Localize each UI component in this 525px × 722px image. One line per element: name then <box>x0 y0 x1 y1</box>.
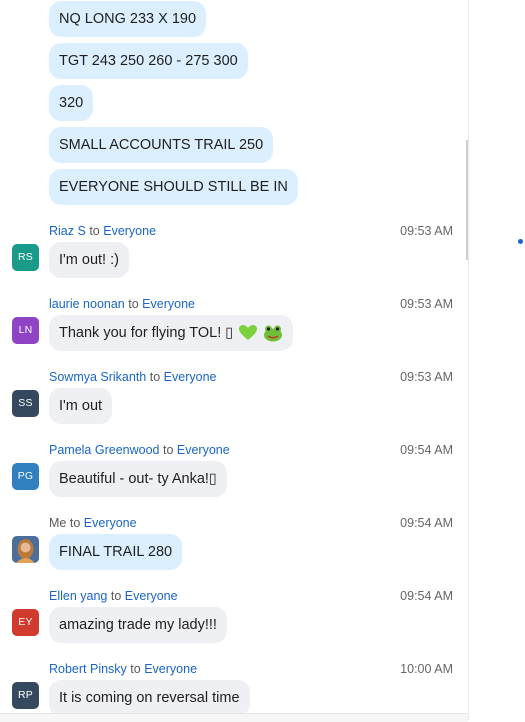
chat-panel[interactable]: NQ LONG 233 X 190 TGT 243 250 260 - 275 … <box>0 0 468 713</box>
user-photo-icon <box>12 536 39 563</box>
to-label: to <box>69 516 81 530</box>
message-bubble[interactable]: I'm out <box>49 388 113 424</box>
to-label: to <box>162 443 174 457</box>
message-header: Me to Everyone <box>49 516 137 530</box>
avatar[interactable]: RS <box>12 244 39 271</box>
sender-name[interactable]: Sowmya Srikanth <box>49 370 146 384</box>
avatar[interactable]: RP <box>12 682 39 709</box>
to-label: to <box>89 224 100 238</box>
to-label: to <box>149 370 161 384</box>
message-time: 09:53 AM <box>400 370 453 384</box>
sender-name[interactable]: Pamela Greenwood <box>49 443 159 457</box>
sender-name[interactable]: Riaz S <box>49 224 86 238</box>
sender-name: Me <box>49 516 67 530</box>
avatar[interactable]: SS <box>12 390 39 417</box>
notification-dot <box>518 239 523 244</box>
message-header: Robert Pinsky to Everyone <box>49 662 197 676</box>
message-bubble[interactable]: Thank you for flying TOL! ▯ <box>49 315 294 351</box>
message-bubble[interactable]: TGT 243 250 260 - 275 300 <box>49 43 248 79</box>
message-header: laurie noonan to Everyone <box>49 297 195 311</box>
frog-icon <box>264 325 283 342</box>
message-header: Ellen yang to Everyone <box>49 589 178 603</box>
message-header: Riaz S to Everyone <box>49 224 156 238</box>
message-time: 09:54 AM <box>400 589 453 603</box>
message-bubble[interactable]: I'm out! :) <box>49 242 129 278</box>
message-time: 09:54 AM <box>400 443 453 457</box>
message-header: Pamela Greenwood to Everyone <box>49 443 230 457</box>
message-bubble[interactable]: amazing trade my lady!!! <box>49 607 227 643</box>
message-bubble[interactable]: 320 <box>49 85 94 121</box>
message-bubble[interactable]: EVERYONE SHOULD STILL BE IN <box>49 169 298 205</box>
recipient-everyone[interactable]: Everyone <box>125 589 178 603</box>
message-bubble[interactable]: Beautiful - out- ty Anka!▯ <box>49 461 227 497</box>
recipient-everyone[interactable]: Everyone <box>177 443 230 457</box>
to-label: to <box>130 662 141 676</box>
to-label: to <box>110 589 122 603</box>
message-bubble[interactable]: It is coming on reversal time <box>49 680 250 713</box>
message-bubble[interactable]: FINAL TRAIL 280 <box>49 534 183 570</box>
sender-name[interactable]: Ellen yang <box>49 589 107 603</box>
to-label: to <box>128 297 139 311</box>
panel-divider <box>468 0 469 721</box>
recipient-everyone[interactable]: Everyone <box>164 370 217 384</box>
sender-name[interactable]: Robert Pinsky <box>49 662 127 676</box>
recipient-everyone[interactable]: Everyone <box>84 516 137 530</box>
message-text: Thank you for flying TOL! ▯ <box>59 325 234 341</box>
message-time: 10:00 AM <box>400 662 453 676</box>
message-time: 09:53 AM <box>400 297 453 311</box>
recipient-everyone[interactable]: Everyone <box>142 297 195 311</box>
message-time: 09:54 AM <box>400 516 453 530</box>
message-header: Sowmya Srikanth to Everyone <box>49 370 216 384</box>
message-time: 09:53 AM <box>400 224 453 238</box>
message-bubble[interactable]: SMALL ACCOUNTS TRAIL 250 <box>49 127 274 163</box>
avatar[interactable]: LN <box>12 317 39 344</box>
green-heart-icon <box>239 325 258 341</box>
sender-name[interactable]: laurie noonan <box>49 297 125 311</box>
recipient-everyone[interactable]: Everyone <box>103 224 156 238</box>
avatar[interactable]: PG <box>12 463 39 490</box>
avatar[interactable] <box>12 536 39 563</box>
message-bubble[interactable]: NQ LONG 233 X 190 <box>49 1 207 37</box>
recipient-everyone[interactable]: Everyone <box>144 662 197 676</box>
avatar[interactable]: EY <box>12 609 39 636</box>
